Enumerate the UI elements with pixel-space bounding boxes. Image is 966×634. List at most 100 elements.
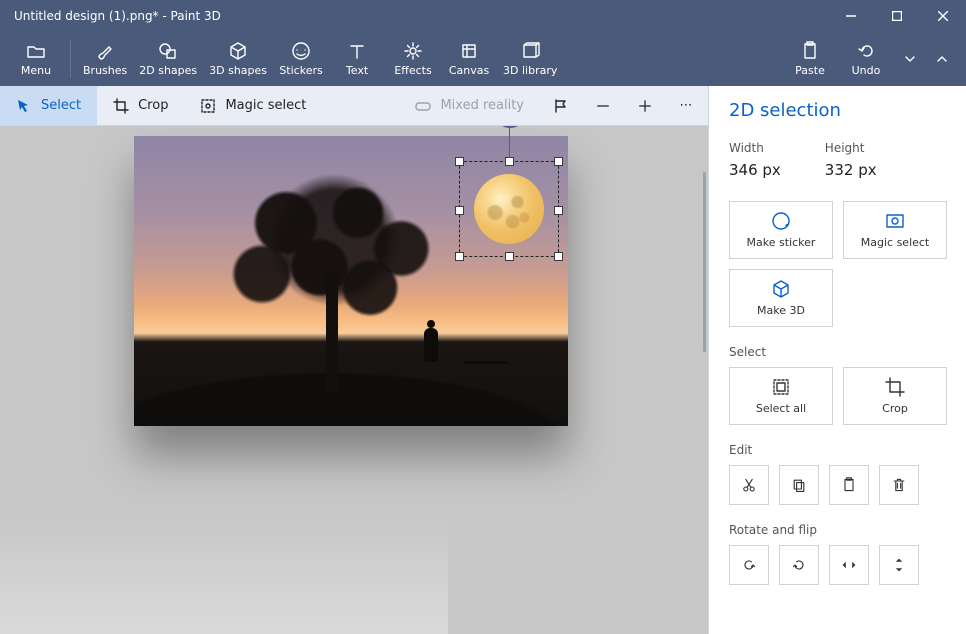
library3d-icon	[520, 41, 540, 61]
menu-button[interactable]: Menu	[8, 32, 64, 86]
minimize-button[interactable]	[828, 0, 874, 32]
collapse-ribbon-button[interactable]	[926, 32, 958, 86]
text-label: Text	[346, 64, 368, 77]
cursor-icon	[16, 98, 32, 114]
stickers-button[interactable]: Stickers	[273, 32, 329, 86]
mixed-reality-tool: Mixed reality	[399, 86, 540, 126]
2d-shapes-button[interactable]: 2D shapes	[133, 32, 203, 86]
zoom-out-button[interactable]	[582, 86, 624, 126]
resize-handle-se[interactable]	[554, 252, 563, 261]
rotate-right-button[interactable]	[779, 545, 819, 585]
person-silhouette	[424, 328, 438, 362]
make-3d-button[interactable]: Make 3D	[729, 269, 833, 327]
rotate-right-icon	[791, 557, 807, 573]
canvas-button[interactable]: Canvas	[441, 32, 497, 86]
make-3d-label: Make 3D	[757, 304, 805, 317]
zoom-in-button[interactable]	[624, 86, 666, 126]
height-value: 332 px	[825, 161, 877, 179]
paste-panel-button[interactable]	[829, 465, 869, 505]
stickers-label: Stickers	[279, 64, 322, 77]
width-label: Width	[729, 141, 781, 155]
undo-button[interactable]: Undo	[838, 32, 894, 86]
maximize-icon	[892, 11, 902, 21]
maximize-button[interactable]	[874, 0, 920, 32]
vertical-scrollbar[interactable]	[703, 172, 706, 352]
shapes2d-icon	[158, 41, 178, 61]
window-title: Untitled design (1).png* - Paint 3D	[14, 9, 828, 23]
more-icon: ⋯	[680, 98, 695, 113]
crop-tool[interactable]: Crop	[97, 86, 184, 126]
paste-icon	[800, 41, 820, 61]
flag-icon	[553, 98, 569, 114]
paste-button[interactable]: Paste	[782, 32, 838, 86]
resize-handle-nw[interactable]	[455, 157, 464, 166]
cut-button[interactable]	[729, 465, 769, 505]
magic-select-label: Magic select	[225, 98, 306, 113]
text-button[interactable]: Text	[329, 32, 385, 86]
crop-panel-button[interactable]: Crop	[843, 367, 947, 425]
resize-handle-ne[interactable]	[554, 157, 563, 166]
dimensions: Width 346 px Height 332 px	[729, 141, 948, 179]
more-button[interactable]: ⋯	[666, 86, 708, 126]
selection-box[interactable]	[459, 161, 559, 257]
height-block: Height 332 px	[825, 141, 877, 179]
crop-label: Crop	[138, 98, 168, 113]
crop-icon	[113, 98, 129, 114]
flip-horizontal-button[interactable]	[829, 545, 869, 585]
canvas-image[interactable]	[134, 136, 568, 426]
toolbar: Select Crop Magic select Mixed reality	[0, 86, 708, 126]
folder-icon	[26, 41, 46, 61]
edit-section-title: Edit	[729, 443, 948, 457]
shapes3d-icon	[228, 41, 248, 61]
text-icon	[347, 41, 367, 61]
mixed-reality-icon	[415, 98, 431, 114]
make-sticker-button[interactable]: Make sticker	[729, 201, 833, 259]
minimize-icon	[846, 11, 856, 21]
chevron-down-icon	[900, 49, 920, 69]
3d-library-label: 3D library	[503, 64, 557, 77]
brushes-button[interactable]: Brushes	[77, 32, 133, 86]
canvas-viewport[interactable]	[0, 126, 708, 634]
plus-icon	[638, 99, 652, 113]
3d-shapes-label: 3D shapes	[209, 64, 267, 77]
effects-label: Effects	[394, 64, 431, 77]
resize-handle-sw[interactable]	[455, 252, 464, 261]
make-sticker-label: Make sticker	[747, 236, 816, 249]
rotate-handle[interactable]	[494, 126, 526, 128]
magic-select-button[interactable]: Magic select	[843, 201, 947, 259]
delete-button[interactable]	[879, 465, 919, 505]
menu-label: Menu	[21, 64, 51, 77]
3d-shapes-button[interactable]: 3D shapes	[203, 32, 273, 86]
undo-more-button[interactable]	[894, 32, 926, 86]
properties-panel: 2D selection Width 346 px Height 332 px …	[708, 86, 966, 634]
brushes-label: Brushes	[83, 64, 127, 77]
resize-handle-n[interactable]	[505, 157, 514, 166]
undo-icon	[856, 41, 876, 61]
resize-handle-w[interactable]	[455, 206, 464, 215]
canvas-label: Canvas	[449, 64, 489, 77]
copy-button[interactable]	[779, 465, 819, 505]
crop-panel-label: Crop	[882, 402, 908, 415]
select-all-label: Select all	[756, 402, 806, 415]
flip-vertical-button[interactable]	[879, 545, 919, 585]
width-value: 346 px	[729, 161, 781, 179]
height-label: Height	[825, 141, 877, 155]
3d-library-button[interactable]: 3D library	[497, 32, 563, 86]
sticker-icon	[771, 211, 791, 231]
magic-select-tool[interactable]: Magic select	[184, 86, 322, 126]
ribbon-spacer	[563, 32, 782, 86]
select-tool[interactable]: Select	[0, 86, 97, 126]
select-all-button[interactable]: Select all	[729, 367, 833, 425]
view-3d-button[interactable]	[540, 86, 582, 126]
effects-button[interactable]: Effects	[385, 32, 441, 86]
resize-handle-e[interactable]	[554, 206, 563, 215]
cube-icon	[771, 279, 791, 299]
close-button[interactable]	[920, 0, 966, 32]
workspace: Select Crop Magic select Mixed reality	[0, 86, 708, 634]
resize-handle-s[interactable]	[505, 252, 514, 261]
magic-select-card-label: Magic select	[861, 236, 930, 249]
title-bar: Untitled design (1).png* - Paint 3D	[0, 0, 966, 32]
select-section-title: Select	[729, 345, 948, 359]
rotate-left-button[interactable]	[729, 545, 769, 585]
flip-h-icon	[841, 557, 857, 573]
